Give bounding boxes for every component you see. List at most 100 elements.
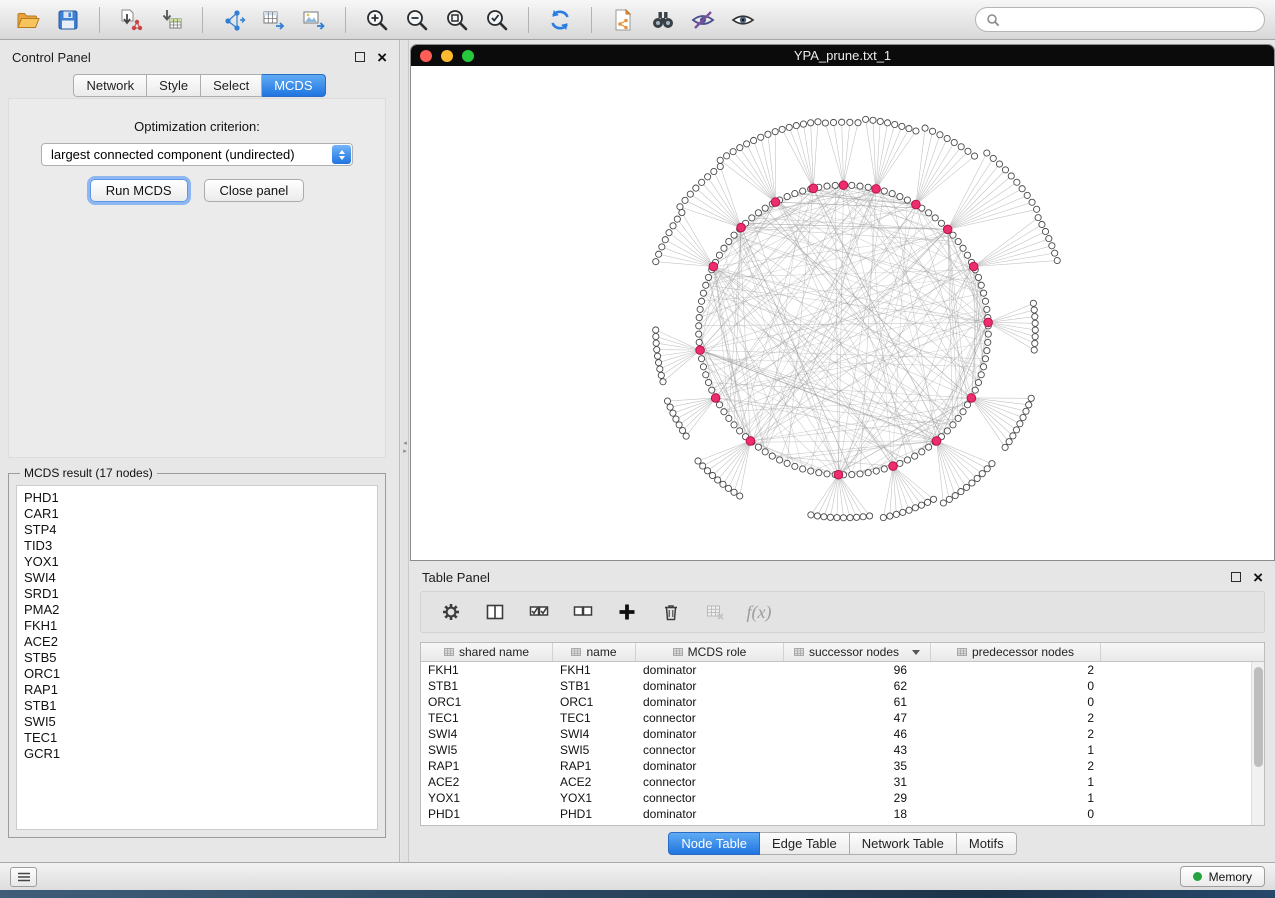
optimization-dropdown-value: largest connected component (undirected) — [51, 147, 295, 162]
table-tab-edge-table[interactable]: Edge Table — [760, 832, 850, 855]
table-row[interactable]: SWI5SWI5connector431 — [421, 742, 1251, 758]
optimization-dropdown[interactable]: largest connected component (undirected) — [41, 143, 353, 166]
float-table-panel-icon[interactable] — [1231, 572, 1241, 582]
mcds-result-item[interactable]: RAP1 — [24, 682, 370, 698]
sort-caret-icon — [912, 650, 920, 655]
tab-mcds[interactable]: MCDS — [262, 74, 325, 97]
scrollbar-thumb[interactable] — [1254, 667, 1263, 767]
toolbar-separator — [591, 7, 592, 33]
close-panel-icon[interactable]: × — [377, 49, 387, 66]
select-all-button[interactable] — [527, 600, 551, 624]
memory-button[interactable]: Memory — [1180, 866, 1265, 887]
mcds-result-item[interactable]: SWI5 — [24, 714, 370, 730]
task-history-button[interactable] — [10, 867, 37, 887]
find-button[interactable] — [645, 4, 681, 36]
export-image-button[interactable] — [296, 4, 332, 36]
table-cell: 2 — [931, 727, 1101, 741]
application-window: Control Panel × NetworkStyleSelectMCDS O… — [0, 0, 1275, 890]
window-minimize-icon[interactable] — [441, 50, 453, 62]
export-network-button[interactable] — [216, 4, 252, 36]
save-session-button[interactable] — [50, 4, 86, 36]
table-row[interactable]: RAP1RAP1dominator352 — [421, 758, 1251, 774]
show-columns-button[interactable] — [483, 600, 507, 624]
table-cell: 46 — [784, 727, 931, 741]
list-icon — [17, 872, 31, 882]
run-mcds-button[interactable]: Run MCDS — [90, 179, 188, 202]
tab-select[interactable]: Select — [201, 74, 262, 97]
export-table-button[interactable] — [256, 4, 292, 36]
table-row[interactable]: TEC1TEC1connector472 — [421, 710, 1251, 726]
zoom-fit-button[interactable] — [439, 4, 475, 36]
mcds-result-item[interactable]: SRD1 — [24, 586, 370, 602]
table-tab-node-table[interactable]: Node Table — [668, 832, 760, 855]
column-header-successor-nodes[interactable]: successor nodes — [784, 643, 931, 661]
table-row[interactable]: FKH1FKH1dominator962 — [421, 662, 1251, 678]
column-header-label: predecessor nodes — [972, 645, 1074, 659]
unselect-all-button[interactable] — [571, 600, 595, 624]
share-document-button[interactable] — [605, 4, 641, 36]
table-row[interactable]: SWI4SWI4dominator462 — [421, 726, 1251, 742]
table-row[interactable]: STB1STB1dominator620 — [421, 678, 1251, 694]
mcds-result-item[interactable]: TID3 — [24, 538, 370, 554]
table-cell: 1 — [931, 775, 1101, 789]
delete-column-button[interactable] — [659, 600, 683, 624]
table-cell: ACE2 — [553, 775, 636, 789]
table-cell: 31 — [784, 775, 931, 789]
mcds-result-item[interactable]: PHD1 — [24, 490, 370, 506]
mcds-result-item[interactable]: ORC1 — [24, 666, 370, 682]
open-network-button[interactable] — [10, 4, 46, 36]
splitter-handle-icon[interactable]: ◂▸ — [401, 440, 409, 456]
column-header-mcds-role[interactable]: MCDS role — [636, 643, 784, 661]
mcds-result-item[interactable]: FKH1 — [24, 618, 370, 634]
table-tab-motifs[interactable]: Motifs — [957, 832, 1017, 855]
mcds-result-item[interactable]: TEC1 — [24, 730, 370, 746]
table-row[interactable]: YOX1YOX1connector291 — [421, 790, 1251, 806]
mcds-result-item[interactable]: SWI4 — [24, 570, 370, 586]
table-cell: ORC1 — [553, 695, 636, 709]
float-panel-icon[interactable] — [355, 52, 365, 62]
show-details-button[interactable] — [725, 4, 761, 36]
table-row[interactable]: ACE2ACE2connector311 — [421, 774, 1251, 790]
search-input[interactable] — [1006, 12, 1254, 27]
network-window-titlebar[interactable]: YPA_prune.txt_1 — [411, 45, 1274, 66]
table-tab-network-table[interactable]: Network Table — [850, 832, 957, 855]
refresh-layout-button[interactable] — [542, 4, 578, 36]
main-area: Control Panel × NetworkStyleSelectMCDS O… — [0, 40, 1275, 862]
tab-network[interactable]: Network — [73, 74, 147, 97]
table-scrollbar[interactable] — [1251, 662, 1264, 825]
hide-details-button[interactable] — [685, 4, 721, 36]
table-cell: 2 — [931, 663, 1101, 677]
column-header-predecessor-nodes[interactable]: predecessor nodes — [931, 643, 1101, 661]
tab-style[interactable]: Style — [147, 74, 201, 97]
table-cell: connector — [636, 791, 784, 805]
zoom-in-button[interactable] — [359, 4, 395, 36]
panel-splitter[interactable]: ◂▸ — [401, 40, 409, 862]
optimization-label: Optimization criterion: — [9, 119, 385, 134]
column-header-name[interactable]: name — [553, 643, 636, 661]
zoom-selected-button[interactable] — [479, 4, 515, 36]
add-column-button[interactable] — [615, 600, 639, 624]
mcds-result-item[interactable]: PMA2 — [24, 602, 370, 618]
window-maximize-icon[interactable] — [462, 50, 474, 62]
window-close-icon[interactable] — [420, 50, 432, 62]
table-cell: 35 — [784, 759, 931, 773]
column-header-label: name — [586, 645, 616, 659]
close-table-panel-icon[interactable]: × — [1253, 569, 1263, 586]
mcds-result-item[interactable]: STB1 — [24, 698, 370, 714]
mcds-result-item[interactable]: GCR1 — [24, 746, 370, 762]
mcds-result-item[interactable]: STP4 — [24, 522, 370, 538]
close-panel-button[interactable]: Close panel — [204, 179, 305, 202]
mcds-result-title: MCDS result (17 nodes) — [20, 466, 157, 480]
table-settings-button[interactable] — [439, 600, 463, 624]
network-canvas[interactable] — [411, 66, 1274, 560]
mcds-result-item[interactable]: YOX1 — [24, 554, 370, 570]
zoom-out-button[interactable] — [399, 4, 435, 36]
import-network-button[interactable] — [113, 4, 149, 36]
mcds-result-item[interactable]: STB5 — [24, 650, 370, 666]
import-table-button[interactable] — [153, 4, 189, 36]
column-header-shared-name[interactable]: shared name — [421, 643, 553, 661]
table-row[interactable]: ORC1ORC1dominator610 — [421, 694, 1251, 710]
table-row[interactable]: PHD1PHD1dominator180 — [421, 806, 1251, 822]
mcds-result-item[interactable]: CAR1 — [24, 506, 370, 522]
mcds-result-item[interactable]: ACE2 — [24, 634, 370, 650]
